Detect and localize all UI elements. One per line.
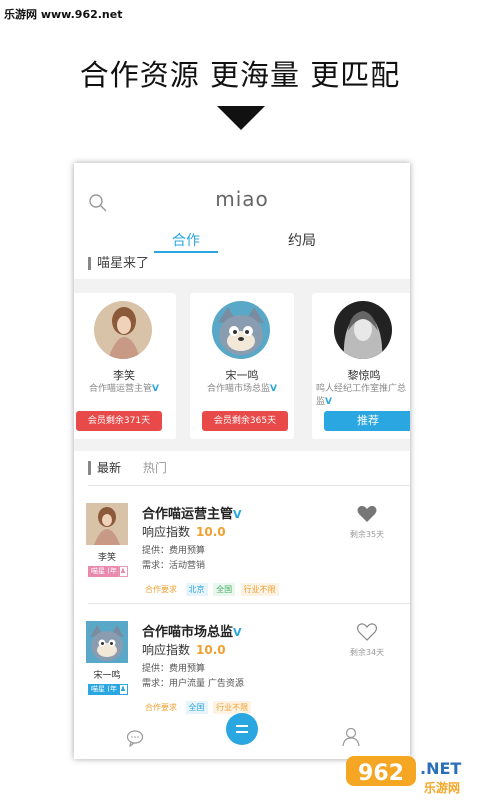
star-name: 黎惊鸣 [347, 369, 381, 382]
tab-cooperation[interactable]: 合作 [172, 230, 200, 250]
item-title-text: 合作喵市场总监 [142, 625, 234, 640]
watermark-number: 962 [358, 761, 404, 786]
tab-latest[interactable]: 最新 [88, 461, 122, 475]
item-user-name: 李笑 [97, 553, 116, 563]
response-index-value: 10.0 [196, 525, 226, 539]
star-role: 鸣人经纪工作室推广总监V [316, 383, 410, 409]
item-title-text: 合作喵运营主管 [142, 507, 234, 522]
verified-icon: V [233, 508, 242, 521]
watermark-sub: 乐游网 [424, 780, 460, 795]
item-need: 需求：用户流量 广告资源 [142, 679, 244, 689]
divider [88, 485, 410, 486]
item-provide: 提供：费用预算 [142, 664, 206, 674]
watermark-suffix: .NET [420, 759, 461, 778]
verified-icon: V [270, 384, 277, 394]
star-name: 李笑 [113, 369, 135, 382]
chat-icon[interactable] [126, 729, 144, 747]
item-user-name: 宋一鸣 [93, 671, 121, 681]
member-badge: 喵星 (年 [88, 566, 120, 577]
tag-location: 全国 [185, 701, 208, 714]
response-index: 响应指数 10.0 [142, 641, 226, 658]
active-tab-indicator [154, 251, 218, 253]
avatar [334, 301, 392, 359]
star-card[interactable]: 黎惊鸣 鸣人经纪工作室推广总监V 推荐 [312, 293, 410, 439]
heart-filled-icon[interactable] [356, 503, 378, 525]
publish-button[interactable] [226, 713, 258, 745]
star-role-text: 合作喵市场总监 [207, 384, 271, 394]
tab-appointment[interactable]: 约局 [288, 230, 316, 250]
top-tabs: 合作 约局 [74, 227, 410, 257]
star-card[interactable]: 宋一鸣 合作喵市场总监V 会员剩余365天 [190, 293, 294, 439]
tag-requirement: 合作要求 [145, 585, 177, 594]
item-need: 需求：活动营销 [142, 561, 206, 571]
list-tabs: 最新 热门 [88, 459, 167, 476]
tag-location: 北京 [185, 583, 208, 596]
tag-requirement: 合作要求 [145, 703, 177, 712]
item-provide: 提供：费用预算 [142, 546, 206, 556]
site-watermark-top: 乐游网 www.962.net [4, 8, 123, 21]
avatar [86, 621, 128, 663]
response-index-label: 响应指数 [142, 643, 191, 657]
section-title-stars: 喵星来了 [88, 257, 149, 270]
avatar [94, 301, 152, 359]
avatar [86, 503, 128, 545]
divider [88, 603, 410, 604]
heart-outline-icon[interactable] [356, 621, 378, 643]
site-watermark-logo: 962 .NET 乐游网 [346, 756, 461, 795]
down-arrow-icon [217, 106, 265, 130]
verified-icon: V [325, 397, 332, 407]
list-item[interactable]: 李笑 喵星 (年 ♟ 合作喵运营主管V 响应指数 10.0 提供：费用预算 需求：… [74, 503, 410, 613]
membership-remaining-button[interactable]: 会员剩余371天 [76, 411, 162, 431]
star-role: 合作喵运营主管V [76, 383, 172, 396]
phone-screen: miao 合作 约局 喵星来了 李笑 合作喵运营主管V 会员剩余371天 宋一鸣… [74, 163, 410, 759]
person-icon: ♟ [118, 566, 128, 577]
star-role: 合作喵市场总监V [194, 383, 290, 396]
item-tags: 合作要求 北京 全国 行业不限 [142, 583, 282, 596]
star-name: 宋一鸣 [225, 369, 259, 382]
verified-icon: V [233, 626, 242, 639]
verified-icon: V [152, 384, 159, 394]
remaining-days: 剩余35天 [349, 530, 385, 539]
recommend-button[interactable]: 推荐 [324, 411, 410, 431]
response-index: 响应指数 10.0 [142, 523, 226, 540]
tag-industry: 行业不限 [240, 583, 279, 596]
remaining-days: 剩余34天 [349, 648, 385, 657]
tag-scope: 全国 [213, 583, 236, 596]
item-title: 合作喵市场总监V [142, 621, 242, 640]
star-role-text: 合作喵运营主管 [89, 384, 153, 394]
menu-lines-icon [236, 725, 248, 733]
member-badge: 喵星 (年 [88, 684, 120, 695]
person-icon: ♟ [118, 684, 128, 695]
app-logo: miao [215, 187, 269, 211]
membership-remaining-button[interactable]: 会员剩余365天 [202, 411, 288, 431]
star-card[interactable]: 李笑 合作喵运营主管V 会员剩余371天 [74, 293, 176, 439]
response-index-value: 10.0 [196, 643, 226, 657]
tab-hot[interactable]: 热门 [143, 461, 167, 475]
avatar [212, 301, 270, 359]
promo-headline: 合作资源 更海量 更匹配 [79, 58, 401, 92]
response-index-label: 响应指数 [142, 525, 191, 539]
item-title: 合作喵运营主管V [142, 503, 242, 522]
user-profile-icon[interactable] [342, 727, 360, 747]
